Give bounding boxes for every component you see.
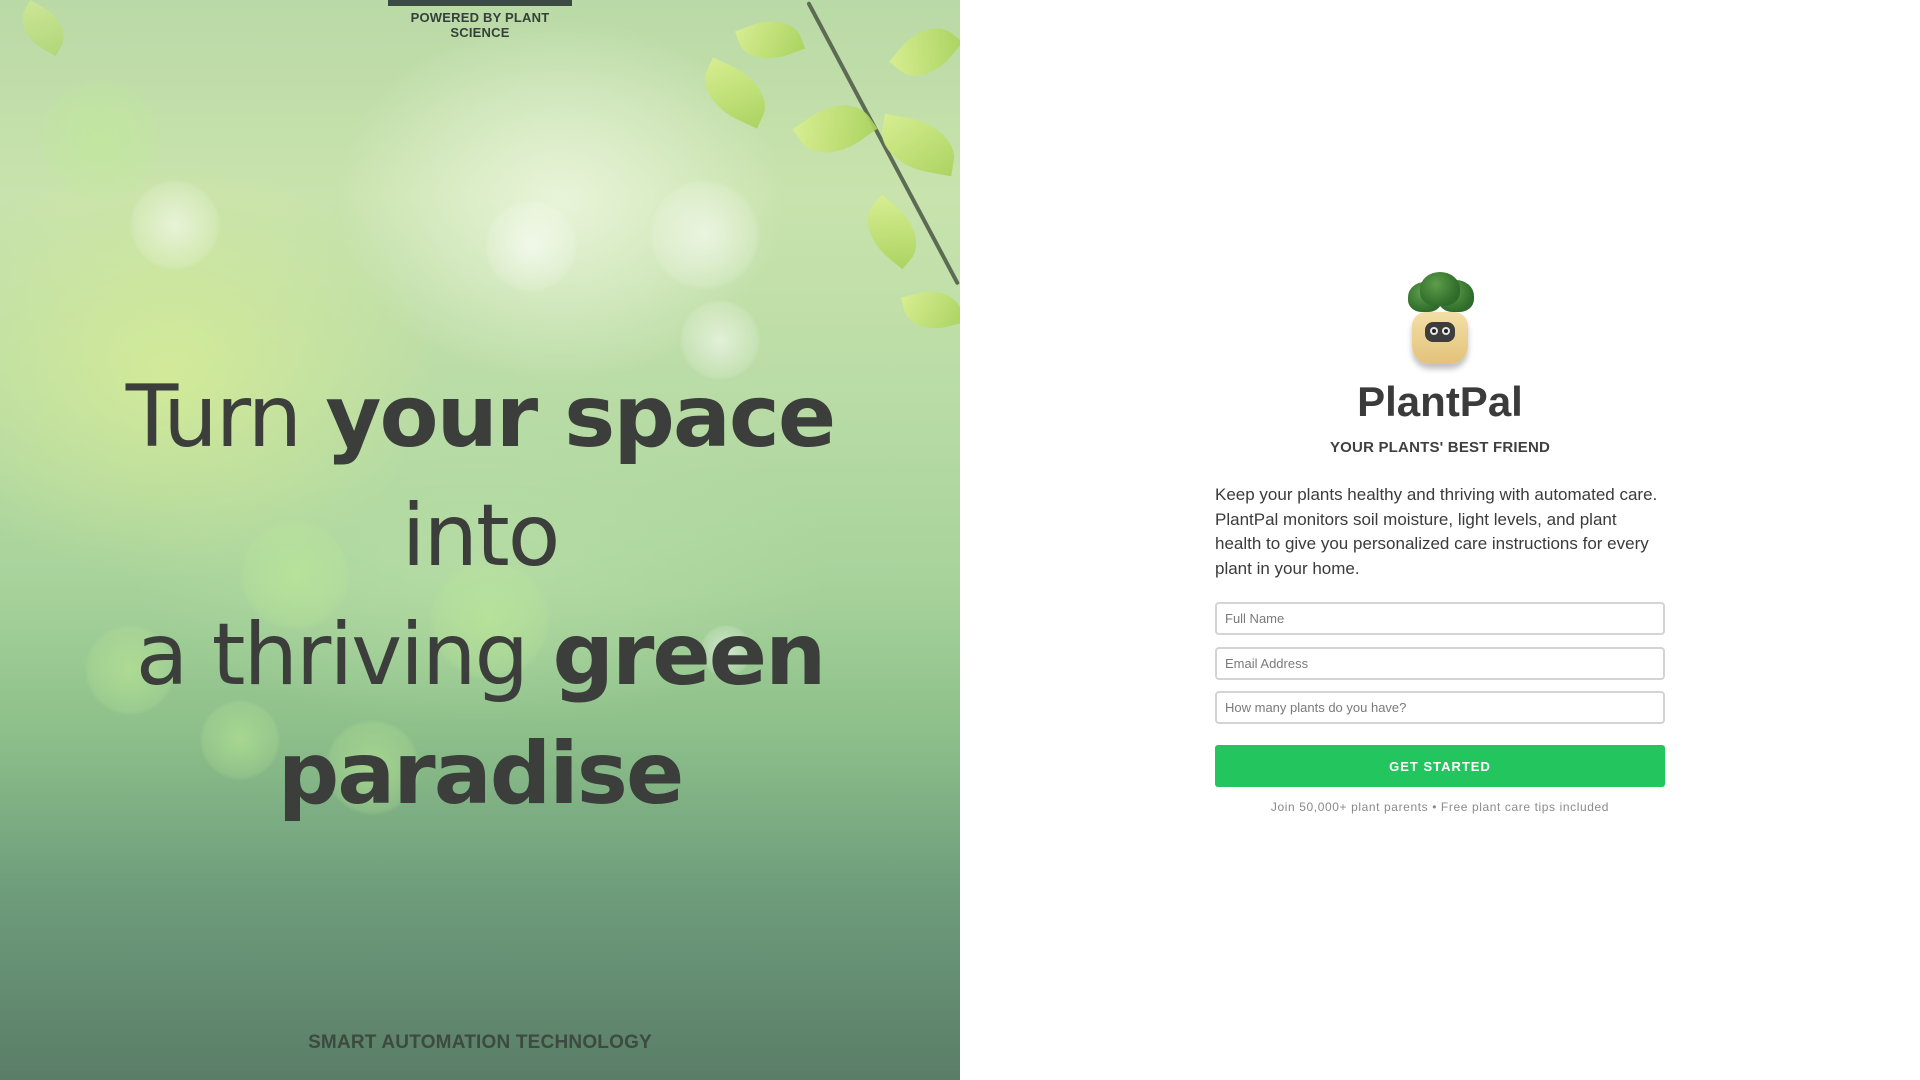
plant-robot-pot-icon	[1400, 272, 1480, 368]
full-name-input[interactable]	[1215, 602, 1665, 635]
leaf	[900, 283, 960, 337]
leaf	[734, 10, 806, 70]
leaf	[12, 0, 74, 57]
robot-pot	[1412, 312, 1468, 364]
robot-eye	[1442, 327, 1450, 335]
bokeh-light	[650, 180, 760, 290]
headline-text: Turn	[125, 367, 326, 467]
email-input[interactable]	[1215, 647, 1665, 680]
hero-tagline: SMART AUTOMATION TECHNOLOGY	[308, 1032, 652, 1053]
headline-text: into	[401, 486, 561, 586]
leaf	[792, 89, 878, 169]
headline-emphasis: green	[552, 605, 826, 705]
brand-subtitle: YOUR PLANTS' BEST FRIEND	[1329, 439, 1551, 456]
bokeh-light	[485, 200, 577, 292]
hero-headline: Turn your space into a thriving green para…	[40, 358, 920, 834]
leaf	[889, 14, 960, 90]
powered-by-label: POWERED BY PLANT SCIENCE	[410, 10, 550, 40]
robot-face	[1425, 322, 1455, 342]
plant-count-input[interactable]	[1215, 691, 1665, 724]
leaf	[876, 113, 960, 177]
signup-footnote: Join 50,000+ plant parents • Free plant …	[1270, 800, 1610, 814]
bokeh-light	[40, 80, 160, 200]
bokeh-light	[130, 180, 220, 270]
brand-name: PlantPal	[1357, 378, 1523, 425]
hero-panel: POWERED BY PLANT SCIENCE Turn your space…	[0, 0, 960, 1080]
top-accent-bar	[388, 0, 572, 6]
leaf	[693, 57, 777, 129]
robot-eye	[1430, 327, 1438, 335]
headline-emphasis: paradise	[277, 724, 685, 824]
get-started-button[interactable]: GET STARTED	[1215, 745, 1665, 787]
headline-emphasis: your space	[325, 367, 836, 467]
product-description: Keep your plants healthy and thriving wi…	[1215, 485, 1658, 578]
headline-text: a thriving	[135, 605, 553, 705]
foliage	[1420, 272, 1460, 306]
